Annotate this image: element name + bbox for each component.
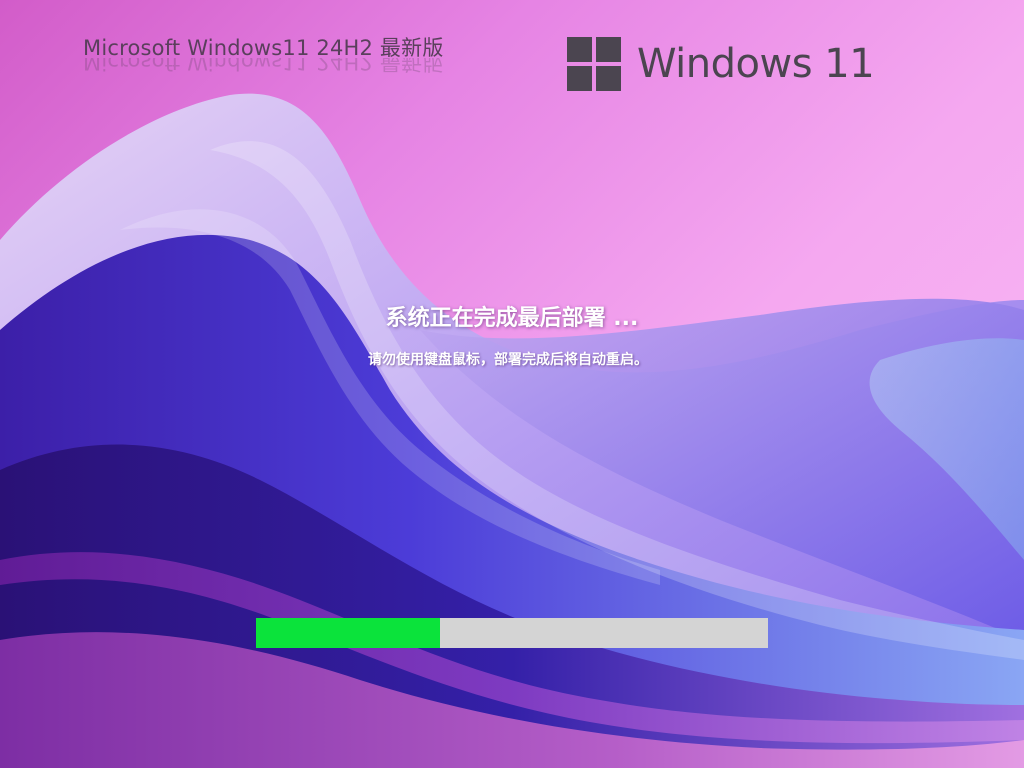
wallpaper-bloom [0, 93, 1024, 768]
setup-screen: Microsoft Windows11 24H2 最新版 Microsoft W… [0, 0, 1024, 768]
progress-bar [256, 618, 768, 648]
status-heading: 系统正在完成最后部署 ... [385, 306, 639, 331]
progress-fill [256, 618, 441, 648]
status-subtext: 请勿使用键盘鼠标，部署完成后将自动重启。 [368, 352, 648, 368]
brand-name: Windows 11 [637, 41, 875, 87]
windows-brand: Windows 11 [567, 37, 875, 91]
windows-logo-icon [567, 37, 621, 91]
edition-title-reflection: Microsoft Windows11 24H2 最新版 [83, 58, 444, 74]
